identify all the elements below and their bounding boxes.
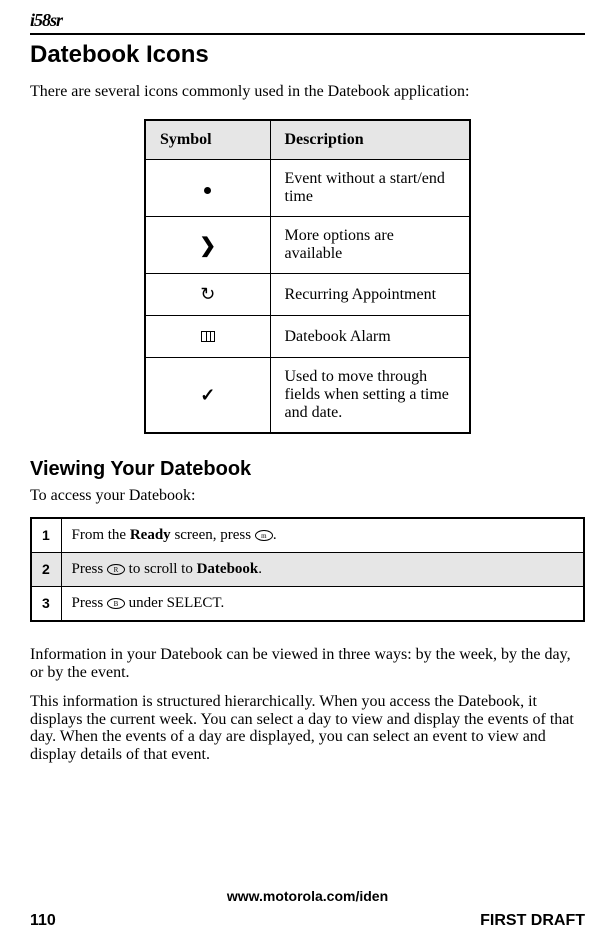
table-row: Event without a start/end time (145, 160, 470, 217)
symbol-cell (145, 160, 270, 217)
symbol-cell: ↻ (145, 274, 270, 316)
steps-table: 1 From the Ready screen, press m. 2 Pres… (30, 517, 585, 622)
step-row: 2 Press R to scroll to Datebook. (31, 553, 584, 587)
key-m-icon: m (255, 530, 273, 541)
model-label: i58sr (30, 10, 585, 31)
table-row: ❯ More options are available (145, 217, 470, 274)
dot-icon (204, 187, 211, 194)
table-row: ✓ Used to move through fields when setti… (145, 358, 470, 434)
footer-url: www.motorola.com/iden (30, 888, 585, 904)
section-title-viewing: Viewing Your Datebook (30, 458, 585, 481)
step-text: Press B under SELECT. (61, 587, 584, 622)
section-title-datebook-icons: Datebook Icons (30, 41, 585, 69)
desc-cell: Datebook Alarm (270, 316, 470, 358)
symbol-cell: ✓ (145, 358, 270, 434)
desc-cell: More options are available (270, 217, 470, 274)
header-description: Description (270, 120, 470, 160)
lead-text: To access your Datebook: (30, 487, 585, 505)
key-b-icon: B (107, 598, 125, 609)
footer-row: 110 FIRST DRAFT (30, 912, 585, 930)
key-r-icon: R (107, 564, 125, 575)
symbol-cell (145, 316, 270, 358)
alarm-icon (201, 331, 215, 342)
body-paragraph-1: Information in your Datebook can be view… (30, 646, 585, 681)
step-number: 1 (31, 518, 61, 553)
header-symbol: Symbol (145, 120, 270, 160)
step-number: 3 (31, 587, 61, 622)
table-row: ↻ Recurring Appointment (145, 274, 470, 316)
step-text: From the Ready screen, press m. (61, 518, 584, 553)
desc-cell: Recurring Appointment (270, 274, 470, 316)
step-row: 1 From the Ready screen, press m. (31, 518, 584, 553)
desc-cell: Used to move through fields when setting… (270, 358, 470, 434)
desc-cell: Event without a start/end time (270, 160, 470, 217)
page-number: 110 (30, 912, 56, 930)
body-paragraph-2: This information is structured hierarchi… (30, 693, 585, 763)
step-text: Press R to scroll to Datebook. (61, 553, 584, 587)
header-divider (30, 33, 585, 35)
symbol-table: Symbol Description Event without a start… (144, 119, 471, 434)
checkmark-icon: ✓ (200, 385, 215, 406)
intro-text: There are several icons commonly used in… (30, 83, 585, 101)
recurring-icon: ↻ (200, 284, 215, 305)
step-number: 2 (31, 553, 61, 587)
draft-label: FIRST DRAFT (480, 912, 585, 930)
page-footer: www.motorola.com/iden 110 FIRST DRAFT (30, 888, 585, 930)
table-row: Datebook Alarm (145, 316, 470, 358)
model-text: i58sr (30, 10, 62, 30)
table-header-row: Symbol Description (145, 120, 470, 160)
chevron-right-icon: ❯ (199, 233, 216, 258)
step-row: 3 Press B under SELECT. (31, 587, 584, 622)
symbol-cell: ❯ (145, 217, 270, 274)
